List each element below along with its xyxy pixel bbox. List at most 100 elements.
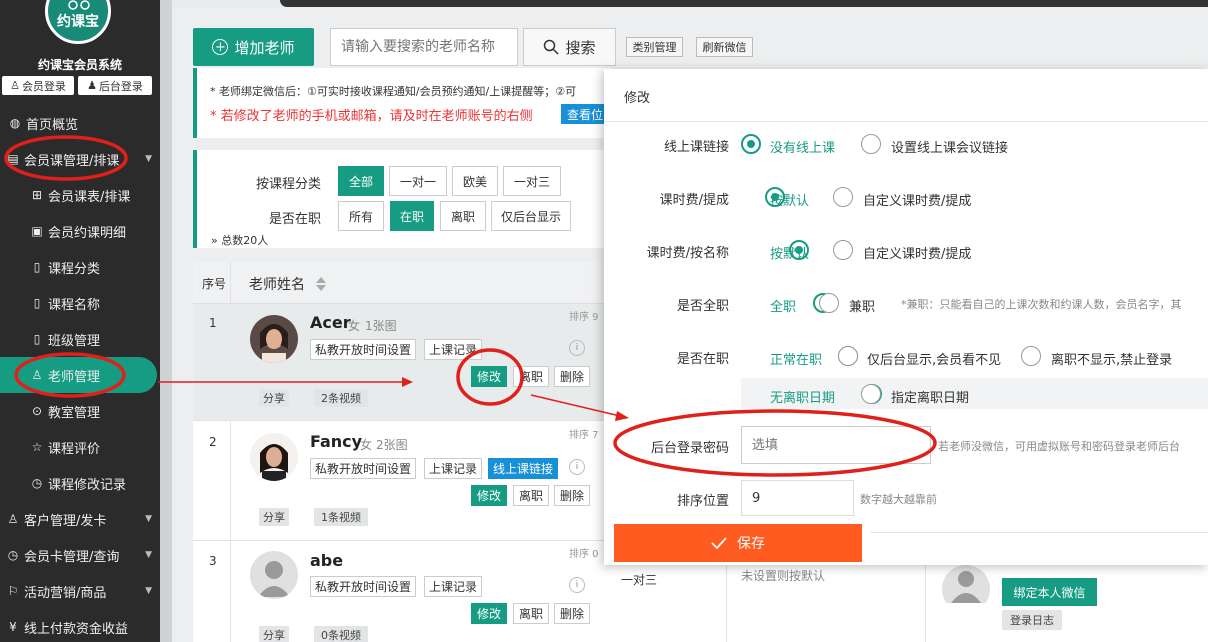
edit-button[interactable]: 修改 [471,485,507,506]
file-icon: ▯ [33,260,41,274]
video-tag[interactable]: 1条视频 [314,508,368,526]
employed-left-radio[interactable] [1021,346,1041,366]
video-tag[interactable]: 0条视频 [314,626,368,642]
filter-course-one-on-three[interactable]: 一对三 [503,166,561,196]
private-time-button[interactable]: 私教开放时间设置 [310,576,416,597]
delete-button[interactable]: 删除 [554,366,590,387]
sort-icon[interactable] [315,276,327,292]
info-icon[interactable]: i [569,459,585,475]
info-icon[interactable]: i [569,340,585,356]
sidebar-item-classroom[interactable]: ⊙ 教室管理 [0,393,160,429]
employed-admin-only-radio[interactable] [838,346,858,366]
filter-course-euro-american[interactable]: 欧美 [452,166,498,196]
caret-down-icon: ▼ [145,514,152,524]
no-leave-date-text[interactable]: 无离职日期 [770,387,835,406]
video-tag[interactable]: 2条视频 [314,389,368,407]
view-position-button[interactable]: 查看位 [561,104,605,124]
leave-button[interactable]: 离职 [513,366,549,387]
share-tag[interactable]: 分享 [259,626,289,642]
teacher-gender: 女 [348,319,361,333]
teacher-photos: 1张图 [365,319,397,333]
online-link-label: 线上课链接 [663,140,729,155]
logo-text: 约课宝 [57,14,99,30]
filter-employed-all[interactable]: 所有 [338,201,384,231]
filter-course-one-on-one[interactable]: 一对一 [389,166,447,196]
sort-position-input[interactable] [741,480,854,516]
avatar [250,433,298,481]
location-icon: ⊙ [31,404,43,418]
online-link-text[interactable]: 设置线上课会议链接 [891,137,1008,156]
employed-active-text[interactable]: 正常在职 [770,349,822,368]
class-record-button[interactable]: 上课记录 [424,339,482,360]
online-none-text[interactable]: 没有线上课 [770,137,835,156]
sidebar-item-course-review[interactable]: ☆ 课程评价 [0,429,160,465]
parttime-text[interactable]: 兼职 [849,296,875,315]
set-leave-date-text[interactable]: 指定离职日期 [891,387,969,406]
fee-custom-radio[interactable] [833,187,853,207]
row-index: 3 [209,554,217,568]
delete-button[interactable]: 删除 [554,485,590,506]
online-link-radio[interactable] [861,134,881,154]
admin-login-button[interactable]: ♟ 后台登录 [78,76,152,95]
fee-name-custom-radio[interactable] [833,240,853,260]
employed-left-text[interactable]: 离职不显示,禁止登录 [1051,349,1172,368]
sidebar-item-schedule[interactable]: ⊞ 会员课表/排课 [0,177,160,213]
filter-employed-active[interactable]: 在职 [390,201,434,231]
edit-button[interactable]: 修改 [471,603,507,624]
sidebar-item-payment[interactable]: ¥ 线上付款资金收益 [0,609,160,642]
avatar [250,315,298,363]
admin-password-input[interactable] [741,426,931,464]
refresh-wechat-button[interactable]: 刷新微信 [696,37,753,57]
filter-employed-admin-only[interactable]: 仅后台显示 [491,201,571,231]
sidebar-item-course-category[interactable]: ▯ 课程分类 [0,249,160,285]
share-tag[interactable]: 分享 [259,389,289,407]
class-record-button[interactable]: 上课记录 [424,576,482,597]
search-button[interactable]: 搜索 [523,28,616,66]
set-leave-date-radio[interactable] [861,384,881,404]
filter-employed-left[interactable]: 离职 [440,201,486,231]
file-icon: ▯ [33,296,41,310]
system-name: 约课宝会员系统 [37,58,122,72]
fee-name-default-text[interactable]: 按默认 [770,243,809,262]
online-link-button[interactable]: 线上课链接 [488,458,558,479]
add-teacher-button[interactable]: + 增加老师 [193,28,314,66]
sidebar-item-course-manage[interactable]: ▤ 会员课管理/排课 ▼ [0,141,160,177]
teacher-search-input[interactable] [330,28,518,66]
member-login-button[interactable]: ♙ 会员登录 [2,76,74,95]
leave-button[interactable]: 离职 [513,603,549,624]
fulltime-text[interactable]: 全职 [770,296,796,315]
edit-button[interactable]: 修改 [471,366,507,387]
save-button[interactable]: 保存 [614,524,862,562]
sidebar-item-course-log[interactable]: ◷ 课程修改记录 [0,465,160,501]
parttime-hint: *兼职：只能看自己的上课次数和约课人数，会员名字，其 [901,298,1182,311]
sidebar-item-class-manage[interactable]: ▯ 班级管理 [0,321,160,357]
sidebar-item-customer[interactable]: ♙ 客户管理/发卡 ▼ [0,501,160,537]
category-manage-button[interactable]: 类别管理 [626,37,683,57]
leave-button[interactable]: 离职 [513,485,549,506]
fee-name-custom-text[interactable]: 自定义课时费/提成 [863,243,971,262]
course-type-text: 一对三 [621,573,658,587]
bind-wechat-button[interactable]: 绑定本人微信 [1002,578,1097,606]
person-icon: ♟ [87,79,97,92]
sidebar-item-teacher-manage[interactable]: ♙ 老师管理 [0,357,157,393]
sidebar-item-member-card[interactable]: ◷ 会员卡管理/查询 ▼ [0,537,160,573]
star-icon: ☆ [31,440,43,454]
fee-default-text[interactable]: 按默认 [770,190,809,209]
fee-custom-text[interactable]: 自定义课时费/提成 [863,190,971,209]
calendar-icon: ▤ [7,152,19,166]
info-icon[interactable]: i [569,577,585,593]
parttime-radio[interactable] [819,293,839,313]
online-none-radio[interactable] [741,134,761,154]
employed-admin-only-text[interactable]: 仅后台显示,会员看不见 [867,349,1001,368]
class-record-button[interactable]: 上课记录 [424,458,482,479]
private-time-button[interactable]: 私教开放时间设置 [310,458,416,479]
share-tag[interactable]: 分享 [259,508,289,526]
private-time-button[interactable]: 私教开放时间设置 [310,339,416,360]
login-log-button[interactable]: 登录日志 [1002,610,1062,630]
sidebar-item-course-name[interactable]: ▯ 课程名称 [0,285,160,321]
sidebar-item-booking-detail[interactable]: ▣ 会员约课明细 [0,213,160,249]
filter-course-all[interactable]: 全部 [338,166,384,196]
sidebar-item-marketing[interactable]: ⚐ 活动营销/商品 ▼ [0,573,160,609]
delete-button[interactable]: 删除 [554,603,590,624]
sidebar-item-home[interactable]: ◍ 首页概览 [0,105,160,141]
